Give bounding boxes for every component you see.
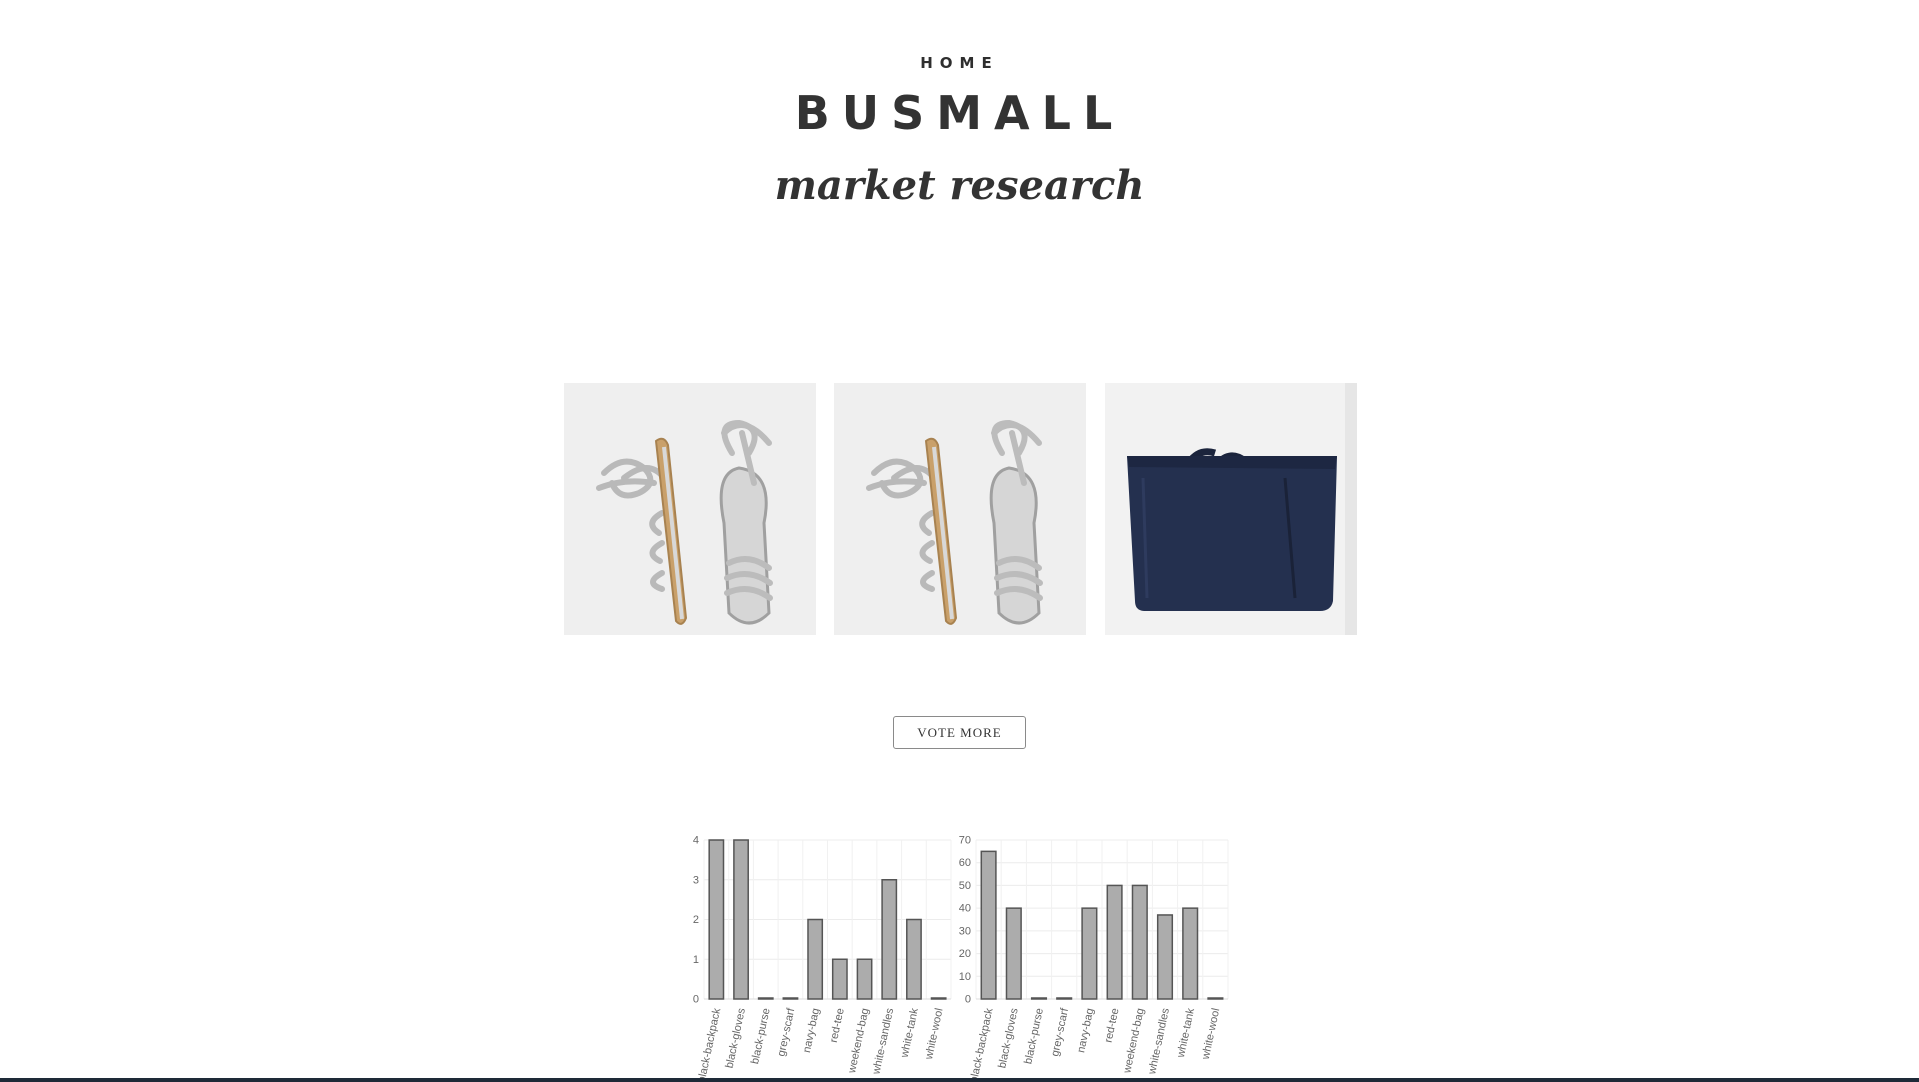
vote-more-button[interactable]: VOTE MORE bbox=[893, 716, 1026, 749]
x-tick-label: white-wool bbox=[923, 1007, 946, 1061]
y-tick-label: 4 bbox=[693, 835, 699, 847]
x-tick-label: black-purse bbox=[749, 1007, 773, 1065]
product-card-3[interactable] bbox=[1105, 383, 1357, 635]
x-tick-label: black-backpack bbox=[968, 1007, 996, 1082]
x-tick-label: black-gloves bbox=[724, 1007, 749, 1070]
y-tick-label: 10 bbox=[959, 971, 971, 983]
x-tick-label: weekend-bag bbox=[1121, 1007, 1147, 1075]
bar-white-tank bbox=[906, 918, 922, 1000]
sandals-image bbox=[834, 383, 1086, 635]
bar-black-backpack bbox=[708, 839, 725, 1000]
bar-grey-scarf bbox=[1056, 997, 1073, 1000]
y-tick-label: 2 bbox=[693, 914, 699, 926]
x-tick-label: weekend-bag bbox=[846, 1007, 872, 1075]
y-tick-label: 1 bbox=[693, 954, 699, 966]
y-tick-label: 70 bbox=[959, 835, 971, 847]
x-tick-label: black-backpack bbox=[696, 1007, 724, 1082]
bar-white-wool bbox=[1207, 997, 1224, 1000]
x-tick-label: red-tee bbox=[1103, 1007, 1122, 1044]
product-choices bbox=[564, 383, 1357, 635]
y-tick-label: 60 bbox=[959, 857, 971, 869]
y-tick-label: 40 bbox=[959, 903, 971, 915]
votes-bar-chart: 0 1 2 3 4 black-backpack black-gloves black-pur… bbox=[693, 835, 952, 1082]
bar-black-purse bbox=[757, 997, 774, 1000]
y-tick-label: 30 bbox=[959, 925, 971, 937]
bar-white-sandles bbox=[881, 879, 898, 1000]
bar-black-gloves bbox=[1005, 907, 1022, 1000]
bar-navy-bag bbox=[807, 918, 824, 1000]
product-card-1[interactable] bbox=[564, 383, 816, 635]
y-tick-label: 0 bbox=[693, 994, 699, 1006]
x-tick-label: black-gloves bbox=[996, 1007, 1021, 1070]
bar-black-purse bbox=[1030, 997, 1048, 1000]
bar-black-backpack bbox=[980, 850, 997, 1000]
x-tick-label: white-wool bbox=[1200, 1007, 1223, 1061]
bottom-edge bbox=[0, 1078, 1919, 1082]
views-bar-chart: 0 10 20 30 40 50 60 70 black-backpack black-glove… bbox=[959, 835, 1229, 1082]
page-title: BUSMALL bbox=[794, 86, 1125, 140]
product-card-2[interactable] bbox=[834, 383, 1086, 635]
bar-navy-bag bbox=[1081, 907, 1098, 1000]
x-tick-label: black-purse bbox=[1022, 1007, 1046, 1065]
bar-red-tee bbox=[831, 958, 848, 1000]
x-tick-label: white-sandles bbox=[1146, 1007, 1172, 1077]
y-tick-label: 0 bbox=[965, 994, 971, 1006]
results-charts: 0 1 2 3 4 black-backpack black-gloves black-pur… bbox=[680, 826, 1240, 1082]
bag-image bbox=[1105, 383, 1357, 635]
x-tick-label: white-tank bbox=[1175, 1007, 1197, 1060]
bar-white-tank bbox=[1182, 907, 1199, 1000]
x-tick-label: grey-scarf bbox=[775, 1006, 797, 1057]
bar-grey-scarf bbox=[782, 997, 799, 1000]
bar-white-sandles bbox=[1156, 914, 1174, 1000]
y-tick-label: 20 bbox=[959, 948, 971, 960]
bar-red-tee bbox=[1106, 884, 1123, 1000]
bar-white-wool bbox=[930, 997, 947, 1000]
x-tick-label: navy-bag bbox=[1075, 1007, 1096, 1054]
x-tick-label: white-sandles bbox=[870, 1007, 896, 1077]
nav-home-link[interactable]: HOME bbox=[0, 54, 1919, 72]
x-tick-label: grey-scarf bbox=[1049, 1006, 1071, 1057]
sandals-image bbox=[564, 383, 816, 635]
page-subtitle: market research bbox=[774, 162, 1145, 209]
x-tick-label: red-tee bbox=[828, 1007, 847, 1044]
x-tick-label: white-tank bbox=[899, 1007, 921, 1060]
bar-weekend-bag bbox=[856, 958, 873, 1000]
x-tick-label: navy-bag bbox=[801, 1007, 822, 1054]
bar-weekend-bag bbox=[1131, 884, 1148, 1000]
y-tick-label: 3 bbox=[693, 874, 699, 886]
y-tick-label: 50 bbox=[959, 880, 971, 892]
bar-black-gloves bbox=[733, 839, 749, 1000]
